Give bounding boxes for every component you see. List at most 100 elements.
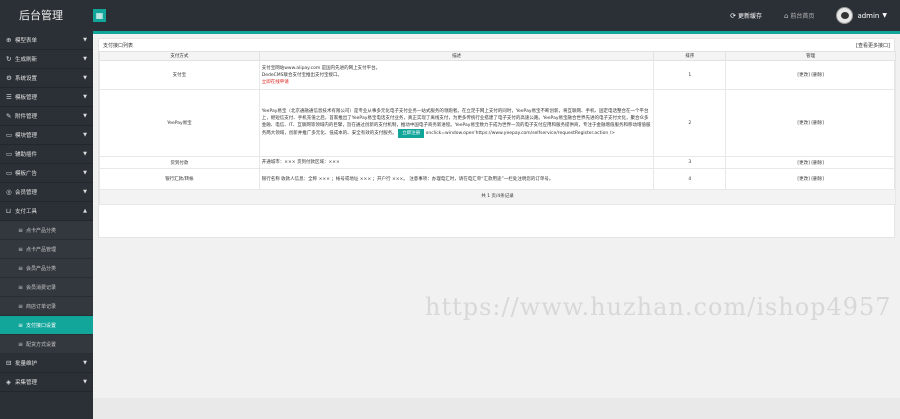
chevron-down-icon: ▼ <box>83 132 87 138</box>
payment-desc: 开通城市：××× 货到付款区域：××× <box>258 156 655 169</box>
list-icon: ☰ <box>6 93 12 101</box>
sidebar-subitem-label: 点卡产品管理 <box>26 246 57 253</box>
update-cache-link[interactable]: ⟳ 更新缓存 <box>730 11 762 21</box>
column-header: 排序 <box>653 51 727 61</box>
lines-icon: ≡ <box>18 245 24 253</box>
column-header: 支付方式 <box>99 51 260 61</box>
globe-icon: ⊕ <box>6 36 12 44</box>
sidebar-item-model[interactable]: ⊕ 模型表单 ▼ <box>0 31 93 50</box>
table-row: 银行汇款/转帐 银行名称 收款人信息：全称 ××× ；帐号或地址 ××× ；开户… <box>99 168 896 190</box>
apply-link[interactable]: 立即在线申请 <box>262 79 652 86</box>
sidebar-item-ads[interactable]: ▭ 模板广告 ▼ <box>0 164 93 183</box>
home-link[interactable]: ⌂ 前台首页 <box>783 11 815 21</box>
sidebar-item-label: 采集管理 <box>15 380 38 386</box>
watermark: https://www.huzhan.com/ishop4957 <box>425 293 892 321</box>
sidebar-item-attachments[interactable]: ✎ 附件管理 ▼ <box>0 107 93 126</box>
payment-name: 货到付款 <box>99 156 260 169</box>
lines-icon: ≡ <box>18 321 24 329</box>
payment-name: 支付宝 <box>99 60 260 90</box>
chevron-down-icon: ▼ <box>83 151 87 157</box>
sidebar-item-payment[interactable]: ⊔ 支付工具 ▲ <box>0 202 93 221</box>
sidebar-item-batch[interactable]: ⊟ 批量维护 ▼ <box>0 354 93 373</box>
chevron-down-icon: ▼ <box>83 189 87 195</box>
archive-icon: ⊟ <box>6 359 12 367</box>
sidebar-item-templates[interactable]: ☰ 模板管理 ▼ <box>0 88 93 107</box>
more-interfaces-link[interactable]: [查看更多接口] <box>856 42 890 49</box>
table-row: YeePay易宝 YeePay易宝（北京通融通信息技术有限公司）是专业从事多元化… <box>99 89 896 157</box>
sidebar-item-label: 附件管理 <box>15 114 38 120</box>
payment-desc: YeePay易宝（北京通融通信息技术有限公司）是专业从事多元化电子支付业务一站式… <box>258 89 655 157</box>
lines-icon: ≡ <box>18 283 24 291</box>
collect-icon: ◈ <box>6 378 11 386</box>
top-actions: ⟳ 更新缓存 ⌂ 前台首页 admin ▼ <box>730 0 900 31</box>
user-name[interactable]: admin <box>857 12 879 20</box>
manage-links[interactable]: [更改] [删除] <box>725 89 896 157</box>
payment-desc: 银行名称 收款人信息：全称 ××× ；帐号或地址 ××× ；开户行 ×××。 注… <box>258 168 655 190</box>
manage-links[interactable]: [更改] [删除] <box>725 168 896 190</box>
home-icon: ⌂ <box>783 11 789 20</box>
manage-links[interactable]: [更改] [删除] <box>725 156 896 169</box>
sidebar-item-label: 模型表单 <box>15 38 38 44</box>
sidebar-subitem-label: 点卡产品分类 <box>26 227 57 234</box>
lines-icon: ≡ <box>18 226 24 234</box>
payment-order: 1 <box>653 60 727 90</box>
chevron-down-icon: ▼ <box>83 379 87 385</box>
sidebar-item-label: 系统设置 <box>15 76 38 82</box>
sidebar-subitem[interactable]: ≡ 配货方式设置 <box>0 335 93 354</box>
chevron-down-icon: ▼ <box>83 170 87 176</box>
sidebar-item-label: 生成刷新 <box>15 57 38 63</box>
user-icon: ◎ <box>6 188 12 196</box>
chevron-down-icon[interactable]: ▼ <box>882 12 887 19</box>
sidebar-item-plugins[interactable]: ▭ 辅助插件 ▼ <box>0 145 93 164</box>
sidebar-item-members[interactable]: ◎ 会员管理 ▼ <box>0 183 93 202</box>
top-bar: 后台管理 ▦ ⟳ 更新缓存 ⌂ 前台首页 admin ▼ <box>0 0 900 31</box>
sidebar-subitem[interactable]: ≡ 点卡产品分类 <box>0 221 93 240</box>
sidebar-item-label: 批量维护 <box>15 361 38 367</box>
sidebar-subitem[interactable]: ≡ 商店订单记录 <box>0 297 93 316</box>
accent-line <box>93 31 900 34</box>
manage-links[interactable]: [更改] [删除] <box>725 60 896 90</box>
chevron-down-icon: ▼ <box>83 75 87 81</box>
brand-title: 后台管理 <box>19 9 63 22</box>
table-row: 支付宝 支付宝网站www.alipay.com 是国内先进的网上支付平台。 De… <box>99 60 896 90</box>
sidebar-subitem-label: 配货方式设置 <box>26 341 57 348</box>
folder-icon: ▭ <box>6 131 13 139</box>
sidebar-item-collect[interactable]: ◈ 采集管理 ▼ <box>0 373 93 392</box>
grid-icon[interactable]: ▦ <box>93 9 106 22</box>
lines-icon: ≡ <box>18 302 24 310</box>
update-cache-label: 更新缓存 <box>737 13 762 20</box>
sidebar-subitem[interactable]: ≡ 会员消费记录 <box>0 278 93 297</box>
payment-list-panel: 支付接口列表 [查看更多接口] 支付方式 描述 排序 管理 支付宝 支付宝网站w… <box>98 38 896 238</box>
sidebar-subitem[interactable]: ≡ 点卡产品管理 <box>0 240 93 259</box>
sidebar-item-modules[interactable]: ▭ 模块管理 ▼ <box>0 126 93 145</box>
chevron-down-icon: ▼ <box>83 94 87 100</box>
footer-bar <box>93 398 900 419</box>
sidebar-item-settings[interactable]: ⚙ 系统设置 ▼ <box>0 69 93 88</box>
sidebar: ⊕ 模型表单 ▼ ↻ 生成刷新 ▼ ⚙ 系统设置 ▼ ☰ 模板管理 ▼ ✎ 附件管理 ▼ ▭ 模块管理… <box>0 31 93 419</box>
pager: 共 1 页/4条记录 <box>99 189 896 205</box>
table-row: 货到付款 开通城市：××× 货到付款区域：××× 3 [更改] [删除] <box>99 156 896 169</box>
sidebar-subitem-label: 商店订单记录 <box>26 303 57 310</box>
lines-icon: ≡ <box>18 264 24 272</box>
desc-line: DedeCMS联合支付宝推出支付宝接口。 <box>261 72 342 78</box>
chevron-down-icon: ▼ <box>83 113 87 119</box>
sidebar-subitem[interactable]: ≡ 会员产品分类 <box>0 259 93 278</box>
chevron-down-icon: ▼ <box>83 56 87 62</box>
sidebar-subitem-payment-interface[interactable]: ≡ 支付接口设置 <box>0 316 93 335</box>
desc-line: 支付宝网站www.alipay.com 是国内先进的网上支付平台。 <box>261 65 381 71</box>
register-button[interactable]: 立即注册 <box>398 129 425 138</box>
sidebar-item-label: 会员管理 <box>15 190 38 196</box>
chevron-down-icon: ▼ <box>83 360 87 366</box>
payment-table: 支付方式 描述 排序 管理 支付宝 支付宝网站www.alipay.com 是国… <box>99 51 896 205</box>
payment-order: 2 <box>653 89 727 157</box>
avatar[interactable] <box>836 7 854 24</box>
puzzle-icon: ✎ <box>6 112 12 120</box>
sidebar-item-generate[interactable]: ↻ 生成刷新 ▼ <box>0 50 93 69</box>
payment-name: YeePay易宝 <box>99 89 260 157</box>
table-header-row: 支付方式 描述 排序 管理 <box>99 51 896 61</box>
home-label: 前台首页 <box>790 13 815 20</box>
gear-icon: ⚙ <box>6 74 12 82</box>
lines-icon: ≡ <box>18 340 24 348</box>
payment-desc: 支付宝网站www.alipay.com 是国内先进的网上支付平台。 DedeCM… <box>258 60 655 90</box>
sidebar-item-label: 支付工具 <box>15 209 38 215</box>
